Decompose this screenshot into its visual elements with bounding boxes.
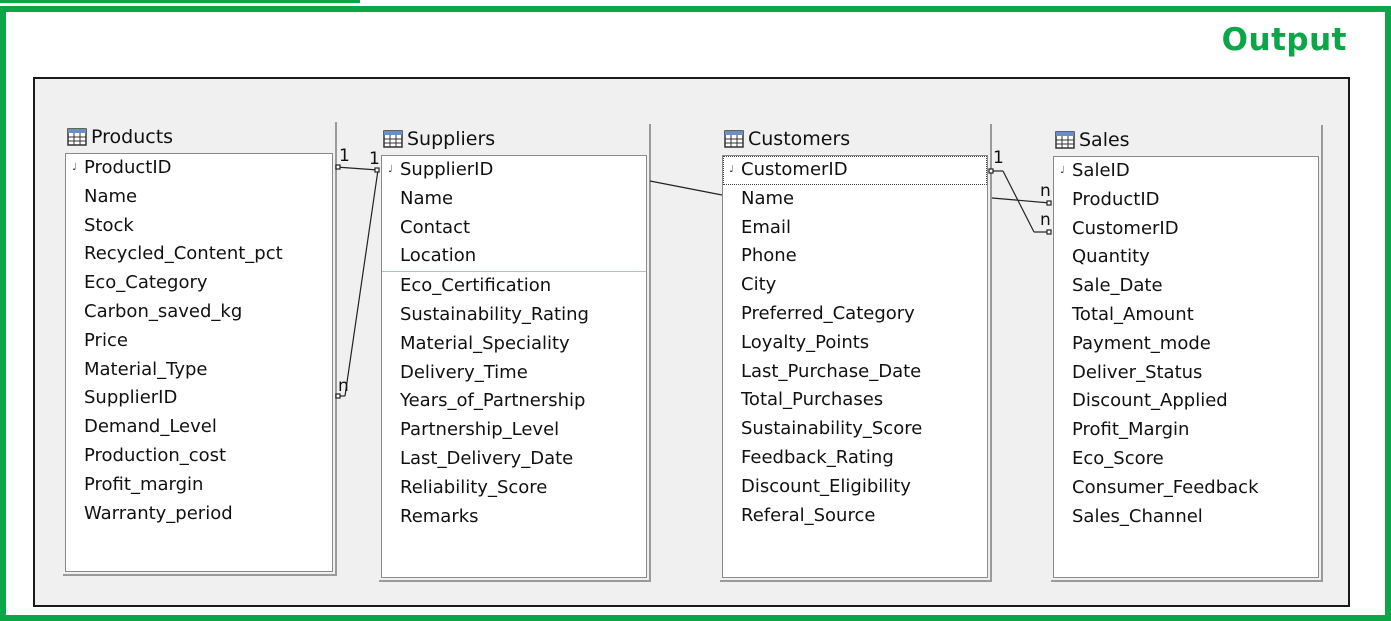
cardinality-products-n: n — [338, 376, 349, 396]
cardinality-customers-1: 1 — [993, 148, 1004, 168]
cardinality-sales-n-1: n — [1040, 181, 1051, 201]
rel-products-suppliers[interactable] — [335, 164, 380, 399]
cardinality-suppliers-1: 1 — [369, 149, 380, 169]
rel-suppliers-customers[interactable] — [649, 180, 723, 196]
cardinality-products-1: 1 — [339, 146, 350, 166]
relationship-lines — [335, 164, 1052, 399]
cardinality-sales-n-2: n — [1040, 210, 1051, 230]
